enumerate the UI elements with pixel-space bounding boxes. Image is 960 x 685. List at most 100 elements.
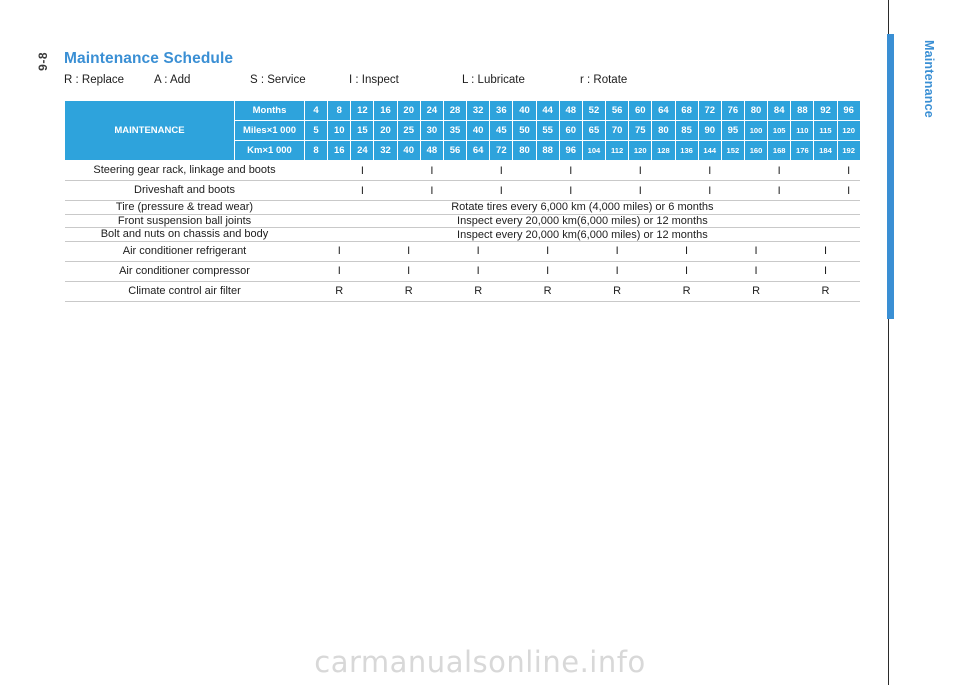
table-cell	[512, 160, 537, 181]
table-unit-cell: 112	[605, 140, 630, 161]
table-unit-cell: 80	[651, 120, 676, 141]
table-row: Air conditioner refrigerant I I I I I I I I	[64, 241, 861, 262]
table-cell	[350, 281, 374, 302]
table-cell: I	[420, 180, 444, 201]
table-cell	[790, 160, 814, 181]
table-cell: I	[397, 261, 421, 282]
table-cell	[605, 160, 629, 181]
table-cell: I	[675, 241, 699, 262]
table-cell	[813, 160, 838, 181]
table-cell	[675, 180, 699, 201]
table-cell	[767, 281, 791, 302]
table-cell	[582, 261, 606, 282]
table-unit-cell: 30	[419, 120, 444, 141]
table-unit-cell: 25	[396, 120, 421, 141]
table-row-label: Tire (pressure & tread wear)	[64, 200, 305, 215]
table-cell	[420, 241, 444, 262]
table-unit-cell: 4	[303, 100, 329, 121]
table-row-label: Air conditioner refrigerant	[64, 241, 305, 262]
table-unit-cell: 64	[466, 140, 491, 161]
legend: R : Replace A : Add S : Service I : Inspect…	[64, 74, 627, 86]
table-unit-cell: 56	[442, 140, 468, 161]
table-unit-cell: 40	[396, 140, 421, 161]
table-unit-cell: 8	[327, 100, 352, 121]
table-unit-cell: 72	[697, 100, 722, 121]
table-cell: I	[628, 160, 652, 181]
table-cell: I	[767, 160, 791, 181]
table-row-label: Driveshaft and boots	[64, 180, 305, 201]
section-tab-marker	[887, 34, 894, 319]
table-cell: I	[559, 180, 583, 201]
table-cell: I	[675, 261, 699, 282]
table-unit-cell: 96	[836, 100, 861, 121]
table-unit-cell: 120	[836, 120, 861, 141]
table-cell: I	[744, 241, 768, 262]
table-cell: I	[327, 261, 351, 282]
table-unit-cell: 20	[396, 100, 421, 121]
table-unit-cell: 120	[628, 140, 653, 161]
table-unit-cell: 92	[813, 100, 838, 121]
table-unit-cell: 88	[535, 140, 560, 161]
table-cell: I	[489, 160, 513, 181]
table-row-label: Climate control air filter	[64, 281, 305, 302]
table-unit-cell: 8	[303, 140, 329, 161]
table-unit-cell: 192	[836, 140, 861, 161]
table-cell: R	[744, 281, 768, 302]
table-cell	[651, 261, 675, 282]
table-cell	[698, 241, 722, 262]
table-cell	[512, 281, 537, 302]
table-cell	[443, 160, 467, 181]
table-cell	[790, 281, 814, 302]
table-cell: I	[397, 241, 421, 262]
table-cell: I	[350, 160, 374, 181]
table-cell: I	[327, 241, 351, 262]
table-cell: I	[350, 180, 374, 201]
table-cell	[373, 261, 398, 282]
table-unit-row-label: Months	[234, 100, 305, 121]
table-unit-cell: 110	[790, 120, 815, 141]
legend-item-service: S : Service	[250, 74, 306, 86]
table-unit-cell: 20	[373, 120, 398, 141]
table-cell	[466, 180, 490, 201]
table-unit-cell: 80	[512, 140, 537, 161]
table-cell	[790, 261, 814, 282]
table-unit-cell: 55	[535, 120, 560, 141]
table-cell: I	[559, 160, 583, 181]
table-unit-cell: 12	[350, 100, 375, 121]
table-cell	[837, 241, 861, 262]
table-unit-cell: 15	[350, 120, 375, 141]
table-row-label: Front suspension ball joints	[64, 214, 305, 229]
table-unit-cell: 160	[743, 140, 769, 161]
table-row: Climate control air filter R R R R R R R R	[64, 281, 861, 302]
table-cell	[443, 281, 467, 302]
table-corner-label: MAINTENANCE	[64, 100, 235, 161]
table-row-label: Bolt and nuts on chassis and body	[64, 227, 305, 242]
table-cell: I	[744, 261, 768, 282]
table-unit-cell: 45	[489, 120, 514, 141]
table-cell	[559, 281, 583, 302]
table-unit-cell: 16	[373, 100, 398, 121]
table-row-message: Inspect every 20,000 km(6,000 miles) or …	[304, 214, 861, 229]
table-cell	[698, 261, 722, 282]
table-unit-cell: 32	[466, 100, 491, 121]
table-unit-cell: 72	[489, 140, 514, 161]
table-cell: R	[397, 281, 421, 302]
table-cell: I	[605, 241, 629, 262]
table-unit-cell: 68	[674, 100, 699, 121]
table-cell	[721, 261, 745, 282]
table-cell	[721, 241, 745, 262]
table-cell: I	[837, 180, 861, 201]
table-cell	[721, 180, 745, 201]
table-unit-cell: 104	[581, 140, 607, 161]
table-cell: I	[420, 160, 444, 181]
table-unit-cell: 84	[767, 100, 792, 121]
table-unit-cell: 32	[373, 140, 398, 161]
section-tab-label: Maintenance	[922, 40, 936, 118]
table-cell	[304, 160, 328, 181]
table-cell	[443, 261, 467, 282]
table-cell	[744, 160, 768, 181]
table-unit-cell: 85	[674, 120, 699, 141]
table-unit-cell: 90	[697, 120, 722, 141]
table-unit-cell: 88	[790, 100, 815, 121]
page-title: Maintenance Schedule	[64, 50, 234, 67]
